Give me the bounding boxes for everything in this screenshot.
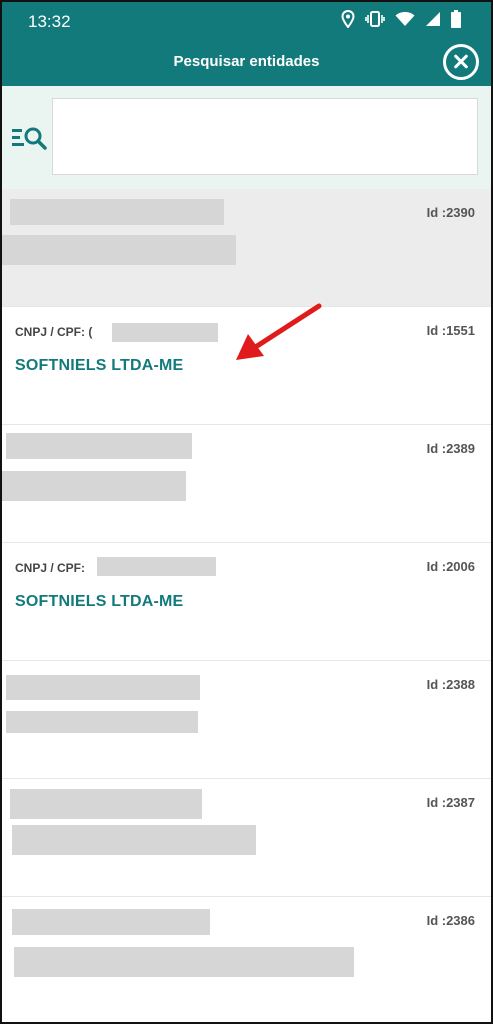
search-area bbox=[2, 86, 491, 189]
list-item[interactable]: Id :2386 bbox=[2, 897, 491, 1015]
entity-id: Id :2387 bbox=[426, 795, 475, 810]
status-bar: 13:32 bbox=[2, 2, 491, 40]
redacted-block bbox=[112, 323, 218, 342]
list-item[interactable]: Id :2390 bbox=[2, 189, 491, 307]
location-icon bbox=[341, 9, 355, 33]
list-item[interactable]: Id :2389 bbox=[2, 425, 491, 543]
entity-id: Id :2388 bbox=[426, 677, 475, 692]
cnpj-label: CNPJ / CPF: ( bbox=[15, 325, 93, 339]
redacted-block bbox=[10, 199, 224, 225]
status-icons bbox=[341, 9, 461, 33]
wifi-icon bbox=[395, 11, 415, 32]
page-title: Pesquisar entidades bbox=[173, 53, 320, 70]
signal-icon bbox=[425, 11, 441, 32]
entity-id: Id :2006 bbox=[426, 559, 475, 574]
redacted-block bbox=[12, 825, 256, 855]
redacted-block bbox=[6, 433, 192, 459]
redacted-block bbox=[6, 675, 200, 700]
redacted-block bbox=[12, 909, 210, 935]
list-item[interactable]: Id :2387 bbox=[2, 779, 491, 897]
close-icon[interactable] bbox=[443, 44, 479, 80]
entity-id: Id :2386 bbox=[426, 913, 475, 928]
list-item[interactable]: Id :2388 bbox=[2, 661, 491, 779]
battery-icon bbox=[451, 9, 461, 33]
app-bar: Pesquisar entidades bbox=[2, 40, 491, 86]
entity-name: SOFTNIELS LTDA-ME bbox=[15, 357, 184, 374]
redacted-block bbox=[2, 235, 236, 265]
cnpj-label: CNPJ / CPF: bbox=[15, 561, 86, 575]
arrow-annotation bbox=[236, 303, 322, 360]
search-input[interactable] bbox=[52, 98, 478, 175]
filter-search-icon[interactable] bbox=[12, 126, 48, 150]
list-item[interactable]: CNPJ / CPF: SOFTNIELS LTDA-ME Id :2006 bbox=[2, 543, 491, 661]
redacted-block bbox=[2, 471, 186, 501]
status-time: 13:32 bbox=[28, 12, 71, 31]
redacted-block bbox=[97, 557, 216, 576]
entity-id: Id :2390 bbox=[426, 205, 475, 220]
redacted-block bbox=[6, 711, 198, 733]
redacted-block bbox=[14, 947, 354, 977]
vibrate-icon bbox=[365, 10, 385, 32]
entity-id: Id :2389 bbox=[426, 441, 475, 456]
redacted-block bbox=[10, 789, 202, 819]
entity-id: Id :1551 bbox=[426, 323, 475, 338]
entity-name: SOFTNIELS LTDA-ME bbox=[15, 593, 184, 610]
phone-screen: 13:32 Pesquisar entidades Id:2390 CNPJ … bbox=[0, 0, 493, 1024]
